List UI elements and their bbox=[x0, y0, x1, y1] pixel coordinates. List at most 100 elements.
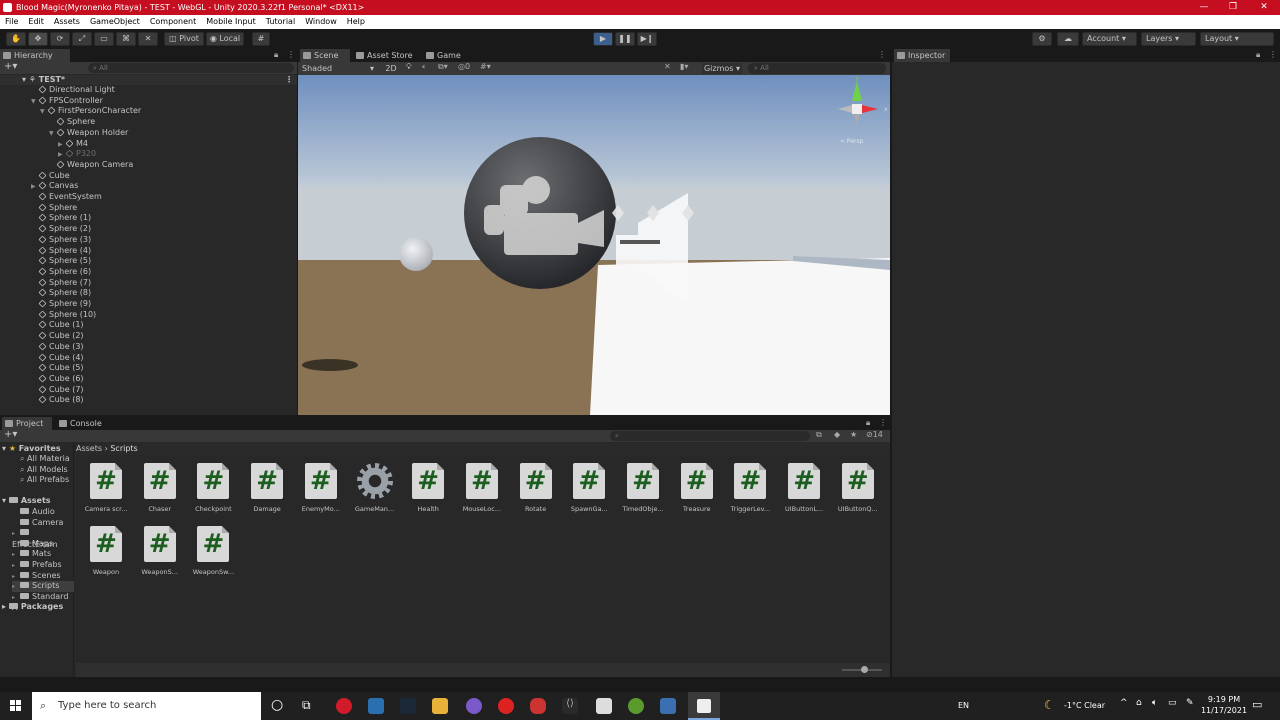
menu-component[interactable]: Component bbox=[145, 15, 201, 29]
hierarchy-item[interactable]: Sphere (3) bbox=[0, 235, 91, 246]
hierarchy-item[interactable]: Sphere (5) bbox=[0, 256, 91, 267]
visual-studio-icon[interactable] bbox=[660, 698, 676, 714]
scene-panel-menu-icon[interactable]: ⋮ bbox=[878, 50, 886, 59]
hierarchy-item[interactable]: Cube (5) bbox=[0, 363, 84, 374]
transform-tool-icon[interactable]: ⌘ bbox=[116, 32, 136, 46]
asset-script[interactable]: # Health bbox=[401, 463, 455, 513]
local-toggle[interactable]: ◉ Local bbox=[206, 32, 244, 46]
assets-header[interactable]: ▾ Assets bbox=[2, 496, 51, 507]
hierarchy-item[interactable]: Weapon Camera bbox=[0, 160, 133, 171]
hierarchy-item[interactable]: Sphere (2) bbox=[0, 224, 91, 235]
move-tool-icon[interactable]: ✥ bbox=[28, 32, 48, 46]
hierarchy-item[interactable]: Sphere (10) bbox=[0, 310, 96, 321]
unity-taskbar-item[interactable] bbox=[688, 692, 720, 720]
asset-script[interactable]: # TriggerLev... bbox=[723, 463, 777, 513]
notification-icon[interactable]: ▭ bbox=[1252, 698, 1262, 711]
asset-script[interactable]: # Camera scr... bbox=[79, 463, 133, 513]
vscode-icon[interactable]: ⟨⟩ bbox=[562, 698, 578, 714]
hierarchy-item[interactable]: ▶ P320 bbox=[0, 149, 96, 160]
network-icon[interactable]: ⌂ bbox=[1136, 698, 1142, 708]
asset-script[interactable]: # Checkpoint bbox=[186, 463, 240, 513]
asset-folder-item[interactable]: ▸ Scripts bbox=[12, 581, 74, 592]
app-red-icon[interactable] bbox=[498, 698, 514, 714]
hierarchy-item[interactable]: Cube bbox=[0, 171, 70, 182]
hierarchy-item[interactable]: Directional Light bbox=[0, 85, 115, 96]
hierarchy-search-input[interactable]: ⌕ All bbox=[88, 63, 294, 73]
app-calculator-icon[interactable] bbox=[368, 698, 384, 714]
rect-tool-icon[interactable]: ▭ bbox=[94, 32, 114, 46]
hierarchy-item[interactable]: EventSystem bbox=[0, 192, 102, 203]
utorrent-icon[interactable] bbox=[628, 698, 644, 714]
favorites-header[interactable]: ▾ ★ Favorites bbox=[2, 444, 61, 455]
tab-inspector[interactable]: Inspector bbox=[894, 49, 950, 62]
tab-scene[interactable]: Scene bbox=[300, 49, 350, 62]
panel-menu-icon[interactable]: ⋮ bbox=[287, 50, 295, 59]
breadcrumb-assets[interactable]: Assets bbox=[76, 444, 102, 453]
hierarchy-item[interactable]: Sphere (1) bbox=[0, 213, 91, 224]
scene-menu-icon[interactable]: ⋮ bbox=[285, 75, 293, 85]
asset-folder-item[interactable]: ▸EffectExam bbox=[12, 528, 74, 549]
asset-script[interactable]: # Chaser bbox=[133, 463, 187, 513]
collab-icon[interactable]: ⚙ bbox=[1032, 32, 1052, 46]
asset-script[interactable]: # Damage bbox=[240, 463, 294, 513]
create-icon[interactable]: +▾ bbox=[4, 429, 17, 440]
hierarchy-item[interactable]: Cube (6) bbox=[0, 374, 84, 385]
project-menu-icon[interactable]: ⋮ bbox=[879, 418, 887, 427]
pivot-toggle[interactable]: ◫ Pivot bbox=[164, 32, 204, 46]
packages-header[interactable]: ▸ Packages bbox=[2, 602, 63, 613]
menu-gameobject[interactable]: GameObject bbox=[85, 15, 145, 29]
steam-icon[interactable] bbox=[400, 698, 416, 714]
play-button[interactable]: ▶ bbox=[593, 32, 613, 46]
hierarchy-item[interactable]: ▶ Canvas bbox=[0, 181, 78, 192]
tab-game[interactable]: Game bbox=[423, 49, 467, 62]
asset-folder-item[interactable]: ▸Standard A bbox=[12, 592, 74, 613]
menu-file[interactable]: File bbox=[0, 15, 23, 29]
windows-start-icon[interactable] bbox=[10, 700, 22, 712]
asset-folder-item[interactable]: Maps bbox=[12, 539, 74, 550]
asset-folder-item[interactable]: ▸ Mats bbox=[12, 549, 74, 560]
asset-script[interactable]: # Weapon bbox=[79, 526, 133, 576]
asset-script[interactable]: # TimedObje... bbox=[616, 463, 670, 513]
add-icon[interactable]: +▾ bbox=[4, 61, 17, 72]
scene-viewport[interactable]: y x < Persp bbox=[298, 75, 890, 415]
menu-help[interactable]: Help bbox=[342, 15, 370, 29]
close-button[interactable]: ✕ bbox=[1250, 0, 1278, 15]
hidden-packages-icon[interactable]: ⊘14 bbox=[866, 430, 883, 439]
favorite-item[interactable]: ⌕ All Prefabs bbox=[20, 475, 69, 486]
hierarchy-item[interactable]: Cube (2) bbox=[0, 331, 84, 342]
taskbar-search-input[interactable]: ⌕ Type here to search bbox=[32, 692, 261, 720]
asset-folder-item[interactable]: Audio bbox=[12, 507, 74, 518]
rotate-tool-icon[interactable]: ⟳ bbox=[50, 32, 70, 46]
scene-search-input[interactable]: ⌕ All bbox=[748, 63, 886, 74]
lighting-icon[interactable]: 💡︎ bbox=[406, 62, 412, 72]
app-mouse-icon[interactable] bbox=[530, 698, 546, 714]
menu-assets[interactable]: Assets bbox=[49, 15, 85, 29]
pause-button[interactable]: ❚❚ bbox=[615, 32, 635, 46]
effects-icon[interactable]: ⧉▾ bbox=[438, 62, 448, 72]
viber-icon[interactable] bbox=[466, 698, 482, 714]
visibility-icon[interactable]: ◎0 bbox=[458, 62, 470, 71]
clock-date[interactable]: 11/17/2021 bbox=[1200, 706, 1248, 715]
custom-tool-icon[interactable]: ✕ bbox=[138, 32, 158, 46]
hierarchy-item[interactable]: Cube (3) bbox=[0, 342, 84, 353]
2d-toggle[interactable]: 2D bbox=[382, 63, 400, 74]
tab-asset-store[interactable]: Asset Store bbox=[353, 49, 415, 62]
battery-icon[interactable]: ▭ bbox=[1168, 698, 1177, 708]
volume-icon[interactable]: 🔈︎ bbox=[1152, 698, 1157, 708]
hierarchy-item[interactable]: Cube (7) bbox=[0, 385, 84, 396]
unity-hub-icon[interactable] bbox=[596, 698, 612, 714]
hand-tool-icon[interactable]: ✋ bbox=[6, 32, 26, 46]
favorite-icon[interactable]: ★ bbox=[850, 430, 857, 439]
hierarchy-item[interactable]: Cube (4) bbox=[0, 353, 84, 364]
hierarchy-item[interactable]: ▼ Weapon Holder bbox=[0, 128, 128, 139]
hierarchy-item[interactable]: Sphere (8) bbox=[0, 288, 91, 299]
hierarchy-item[interactable]: Sphere (9) bbox=[0, 299, 91, 310]
weather-text[interactable]: -1°C Clear bbox=[1064, 701, 1105, 710]
hierarchy-item[interactable]: Sphere bbox=[0, 117, 95, 128]
maximize-button[interactable]: ❐ bbox=[1219, 0, 1247, 15]
minimize-button[interactable]: — bbox=[1190, 0, 1218, 15]
asset-script[interactable]: # EnemyMo... bbox=[294, 463, 348, 513]
inspector-menu-icon[interactable]: ⋮ bbox=[1269, 50, 1277, 59]
hierarchy-item[interactable]: ▶ M4 bbox=[0, 139, 88, 150]
hierarchy-item[interactable]: ▼ FirstPersonCharacter bbox=[0, 106, 141, 117]
